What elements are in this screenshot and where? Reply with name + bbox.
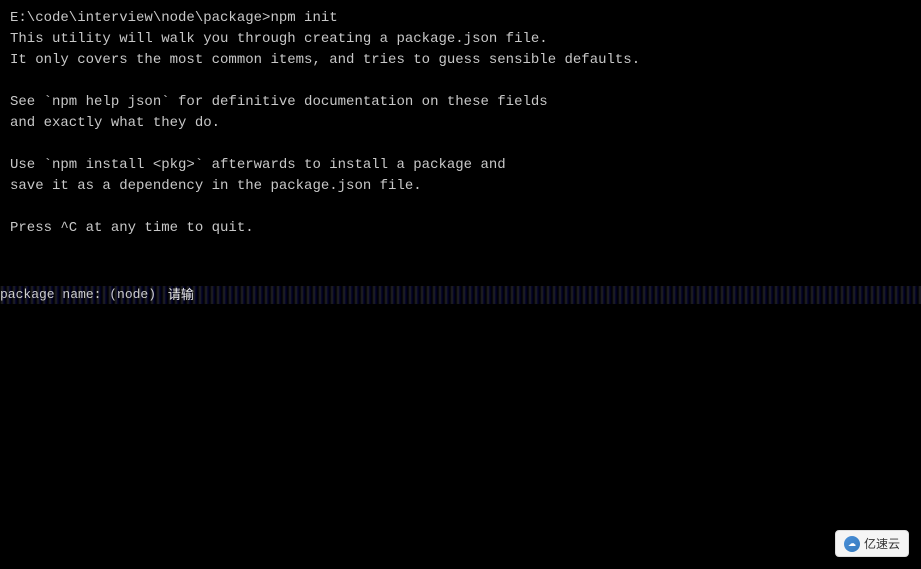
terminal-line-6: and exactly what they do. bbox=[10, 113, 911, 134]
terminal-line-7 bbox=[10, 134, 911, 155]
watermark-text: 亿速云 bbox=[864, 535, 900, 552]
terminal-line-11: Press ^C at any time to quit. bbox=[10, 218, 911, 239]
watermark-badge: ☁ 亿速云 bbox=[835, 530, 909, 557]
terminal-empty-area bbox=[0, 309, 921, 569]
watermark-icon: ☁ bbox=[844, 536, 860, 552]
terminal-line-4 bbox=[10, 71, 911, 92]
glitch-bar: package name: (node) 请输 bbox=[0, 286, 921, 304]
terminal-line-5: See `npm help json` for definitive docum… bbox=[10, 92, 911, 113]
terminal-line-3: It only covers the most common items, an… bbox=[10, 50, 911, 71]
glitch-chinese-text: 请输 bbox=[168, 286, 194, 304]
terminal-line-9: save it as a dependency in the package.j… bbox=[10, 176, 911, 197]
terminal-line-2: This utility will walk you through creat… bbox=[10, 29, 911, 50]
terminal-window: E:\code\interview\node\package>npm init … bbox=[0, 0, 921, 569]
terminal-line-10 bbox=[10, 197, 911, 218]
cloud-icon: ☁ bbox=[848, 539, 856, 548]
terminal-line-1: E:\code\interview\node\package>npm init bbox=[10, 8, 911, 29]
terminal-line-8: Use `npm install <pkg>` afterwards to in… bbox=[10, 155, 911, 176]
glitch-prompt-text: package name: (node) bbox=[0, 286, 164, 304]
